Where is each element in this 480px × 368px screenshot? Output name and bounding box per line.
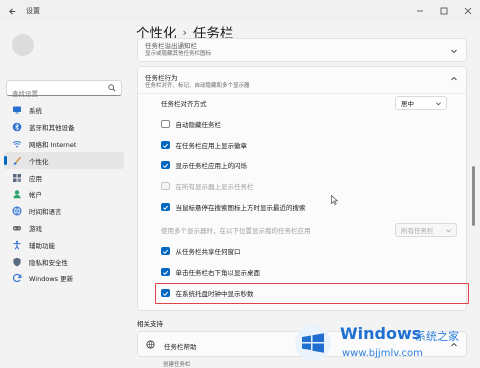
option-label: 在任务栏应用上显示徽章 bbox=[175, 142, 248, 150]
option-label: 自动隐藏任务栏 bbox=[175, 121, 222, 129]
option-multi-display: 使用多个显示器时，在以下位置显示我的任务栏应用 bbox=[161, 223, 311, 237]
scrollbar[interactable] bbox=[472, 36, 475, 326]
chevron-up-icon[interactable] bbox=[450, 75, 458, 83]
chevron-down-icon bbox=[446, 229, 451, 233]
sidebar-item-label: 应用 bbox=[29, 174, 42, 183]
checkbox[interactable] bbox=[161, 246, 170, 256]
option-show-flashing[interactable]: 显示任务栏应用上的闪烁 bbox=[161, 158, 247, 172]
alignment-dropdown[interactable]: 居中 bbox=[395, 96, 447, 110]
option-show-desktop[interactable]: 单击任务栏右下角以显示桌面 bbox=[161, 265, 260, 279]
taskbar-behaviors-card: 任务栏行为 任务栏对齐、标记、自动隐藏和多个显示器 任务栏对齐方式 居中 自动隐… bbox=[137, 66, 467, 311]
sidebar-item-privacy[interactable]: 隐私和安全性 bbox=[4, 253, 124, 270]
globe-icon bbox=[146, 340, 155, 349]
search-box[interactable] bbox=[6, 80, 122, 101]
monitor-icon bbox=[12, 105, 22, 115]
update-icon bbox=[12, 273, 22, 283]
shield-icon bbox=[12, 257, 22, 267]
search-icon[interactable] bbox=[108, 84, 116, 92]
maximize-button[interactable] bbox=[432, 0, 456, 22]
option-show-badges[interactable]: 在任务栏应用上显示徽章 bbox=[161, 138, 247, 152]
multi-display-dropdown: 所有任务栏 bbox=[395, 223, 457, 237]
option-label: 在所有显示器上显示任务栏 bbox=[175, 183, 254, 191]
option-label: 单击任务栏右下角以显示桌面 bbox=[175, 269, 261, 277]
watermark: Windows 系统之家 www.bjjmlv.com bbox=[290, 320, 476, 366]
title-bar: 设置 bbox=[0, 0, 480, 22]
sidebar-item-bluetooth[interactable]: 蓝牙和其他设备 bbox=[4, 119, 124, 136]
sidebar-nav: 系统 蓝牙和其他设备 网络和 Internet 个性化 应用 帐户 时间和语言 bbox=[4, 102, 124, 287]
sidebar-item-label: Windows 更新 bbox=[29, 275, 74, 284]
alignment-value: 居中 bbox=[401, 100, 414, 108]
brush-icon bbox=[12, 156, 22, 166]
option-label: 从任务栏共享任何窗口 bbox=[175, 248, 241, 256]
window-controls bbox=[408, 0, 480, 22]
option-label: 当鼠标悬停在搜索图标上方时显示最近的搜索 bbox=[175, 204, 306, 212]
checkbox[interactable] bbox=[161, 140, 170, 150]
watermark-cn: 系统之家 bbox=[415, 330, 459, 343]
overflow-card[interactable]: 任务栏溢出通知栏 显示或隐藏其他任务栏图标 bbox=[137, 38, 467, 62]
alignment-label: 任务栏对齐方式 bbox=[161, 100, 207, 108]
sidebar-item-gaming[interactable]: 游戏 bbox=[4, 220, 124, 237]
accessibility-icon bbox=[12, 240, 22, 250]
sidebar-item-label: 网络和 Internet bbox=[29, 140, 77, 149]
option-all-displays: 在所有显示器上显示任务栏 bbox=[161, 179, 254, 193]
minimize-button[interactable] bbox=[408, 0, 432, 22]
option-label: 显示任务栏应用上的闪烁 bbox=[175, 162, 248, 170]
sidebar-item-label: 帐户 bbox=[29, 191, 42, 200]
chevron-down-icon[interactable] bbox=[450, 47, 458, 55]
sidebar-item-label: 个性化 bbox=[29, 157, 49, 166]
sidebar-item-windows-update[interactable]: Windows 更新 bbox=[4, 270, 124, 287]
sidebar-item-label: 隐私和安全性 bbox=[29, 258, 68, 267]
behaviors-subtitle: 任务栏对齐、标记、自动隐藏和多个显示器 bbox=[145, 83, 250, 89]
watermark-brand: Windows bbox=[340, 324, 422, 343]
mouse-cursor-icon bbox=[331, 195, 339, 205]
globe-icon bbox=[12, 206, 22, 216]
windows-logo-icon bbox=[295, 325, 331, 361]
sidebar-item-label: 蓝牙和其他设备 bbox=[29, 124, 75, 133]
sidebar-item-network[interactable]: 网络和 Internet bbox=[4, 136, 124, 153]
sidebar: 系统 蓝牙和其他设备 网络和 Internet 个性化 应用 帐户 时间和语言 bbox=[0, 22, 130, 368]
option-recent-searches[interactable]: 当鼠标悬停在搜索图标上方时显示最近的搜索 bbox=[161, 200, 306, 214]
sidebar-item-time-language[interactable]: 时间和语言 bbox=[4, 203, 124, 220]
sidebar-item-system[interactable]: 系统 bbox=[4, 102, 124, 119]
back-arrow-icon[interactable] bbox=[4, 3, 20, 19]
sidebar-item-label: 时间和语言 bbox=[29, 208, 62, 217]
sidebar-item-label: 系统 bbox=[29, 107, 42, 116]
overflow-subtitle: 显示或隐藏其他任务栏图标 bbox=[145, 51, 212, 57]
divider bbox=[138, 93, 466, 94]
search-input[interactable] bbox=[7, 87, 103, 101]
checkbox bbox=[161, 181, 170, 191]
sidebar-item-personalization[interactable]: 个性化 bbox=[4, 152, 124, 170]
wifi-icon bbox=[12, 139, 22, 149]
option-label: 使用多个显示器时，在以下位置显示我的任务栏应用 bbox=[161, 227, 311, 235]
checkbox[interactable] bbox=[161, 119, 170, 129]
sidebar-item-accessibility[interactable]: 辅助功能 bbox=[4, 236, 124, 253]
alignment-row: 任务栏对齐方式 bbox=[161, 96, 207, 110]
apps-icon bbox=[12, 173, 22, 183]
option-share-window[interactable]: 从任务栏共享任何窗口 bbox=[161, 244, 241, 258]
bluetooth-icon bbox=[12, 122, 22, 132]
sidebar-item-label: 辅助功能 bbox=[29, 241, 55, 250]
account-icon bbox=[12, 189, 22, 199]
sidebar-item-accounts[interactable]: 帐户 bbox=[4, 186, 124, 203]
help-label: 任务栏帮助 bbox=[164, 343, 197, 351]
gamepad-icon bbox=[12, 223, 22, 233]
checkbox[interactable] bbox=[161, 267, 170, 277]
sidebar-item-label: 游戏 bbox=[29, 224, 42, 233]
option-auto-hide[interactable]: 自动隐藏任务栏 bbox=[161, 117, 221, 131]
checkbox[interactable] bbox=[161, 160, 170, 170]
close-button[interactable] bbox=[456, 0, 480, 22]
multi-display-value: 所有任务栏 bbox=[401, 227, 434, 235]
watermark-url: www.bjjmlv.com bbox=[342, 348, 423, 359]
avatar[interactable] bbox=[12, 34, 34, 56]
chevron-down-icon bbox=[436, 102, 441, 106]
sidebar-item-apps[interactable]: 应用 bbox=[4, 169, 124, 186]
help-sub-label[interactable]: 创建任务栏 bbox=[163, 360, 191, 368]
breadcrumb-separator: › bbox=[182, 25, 187, 39]
related-heading: 相关支持 bbox=[137, 320, 163, 328]
app-title: 设置 bbox=[26, 7, 40, 15]
highlight-box bbox=[155, 283, 469, 304]
scrollbar-thumb[interactable] bbox=[472, 166, 475, 226]
checkbox[interactable] bbox=[161, 202, 170, 212]
